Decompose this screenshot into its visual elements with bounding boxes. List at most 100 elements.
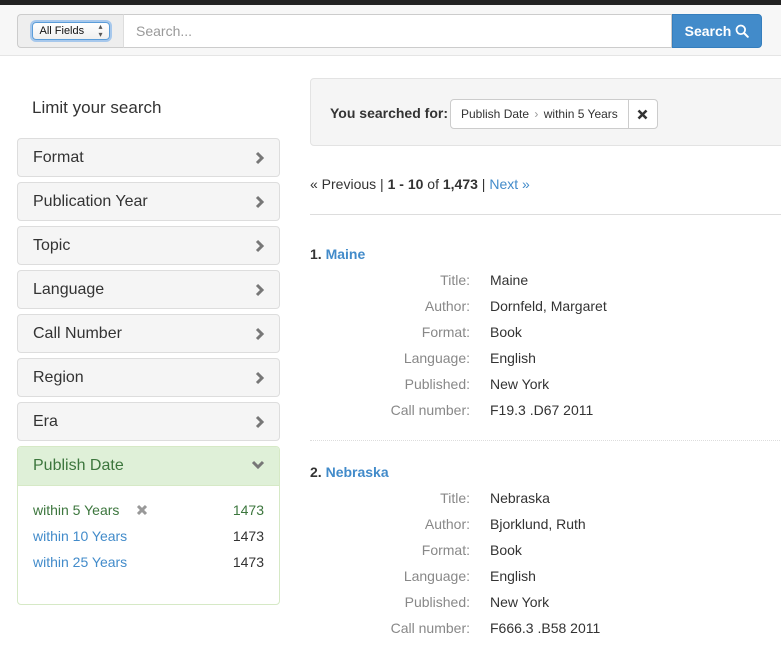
- constraint-chip: Publish Date › within 5 Years: [450, 99, 658, 129]
- facet-value-link[interactable]: within 10 Years: [33, 528, 127, 544]
- constraint-separator-icon: ›: [534, 107, 539, 121]
- document-field: Language: English: [310, 568, 781, 588]
- document-field: Call number: F666.3 .B58 2011: [310, 620, 781, 640]
- facet-label: Era: [33, 413, 58, 430]
- field-value: Maine: [490, 272, 529, 288]
- total-count: 1,473: [442, 176, 478, 192]
- field-label: Language:: [403, 568, 470, 584]
- field-value: English: [490, 568, 536, 584]
- field-label: Author:: [424, 298, 470, 314]
- facet-region[interactable]: Region: [17, 358, 280, 397]
- search-field-select[interactable]: All Fields ▴ ▾: [31, 22, 110, 40]
- remove-facet-icon[interactable]: [136, 504, 148, 516]
- field-value: New York: [490, 376, 550, 392]
- facet-label: Call Number: [33, 325, 122, 342]
- field-value: Book: [490, 324, 522, 340]
- facet-label: Format: [33, 149, 84, 166]
- results-divider: [310, 214, 781, 215]
- pager-separator: |: [376, 176, 388, 192]
- chevron-right-icon: [255, 195, 265, 209]
- search-button[interactable]: Search: [672, 14, 762, 48]
- facet-label: Region: [33, 369, 84, 386]
- search-field-select-value: All Fields: [39, 25, 85, 37]
- document-title-link[interactable]: Nebraska: [326, 464, 389, 480]
- document-title: 1. Maine: [310, 246, 365, 262]
- search-constraints: You searched for: Publish Date › within …: [310, 78, 781, 146]
- chevron-right-icon: [255, 239, 265, 253]
- search-form: All Fields ▴ ▾ Search: [17, 14, 762, 48]
- facet-value-selected: within 5 Years 1473: [33, 502, 264, 522]
- page-end: 10: [407, 176, 424, 192]
- facet-publish-date-header[interactable]: Publish Date: [18, 447, 279, 486]
- page-of: of: [423, 176, 443, 192]
- document-title-link[interactable]: Maine: [326, 246, 366, 262]
- search-bar: All Fields ▴ ▾ Search: [0, 5, 781, 56]
- facet-count: 1473: [232, 528, 264, 544]
- field-label: Published:: [404, 376, 470, 392]
- facet-value-label: within 5 Years: [33, 502, 120, 518]
- document-field: Title: Maine: [310, 272, 781, 292]
- document-number: 2.: [310, 464, 322, 480]
- field-value: Bjorklund, Ruth: [490, 516, 586, 532]
- facet-value: within 10 Years 1473: [33, 528, 264, 548]
- facet-era[interactable]: Era: [17, 402, 280, 441]
- field-label: Title:: [440, 272, 470, 288]
- field-label: Language:: [403, 350, 470, 366]
- select-arrows-icon: ▴ ▾: [98, 22, 103, 39]
- field-value: F19.3 .D67 2011: [490, 402, 594, 418]
- field-label: Author:: [424, 516, 470, 532]
- facet-publication-year[interactable]: Publication Year: [17, 182, 280, 221]
- chevron-right-icon: [255, 415, 265, 429]
- previous-link: « Previous: [310, 176, 377, 192]
- document-number: 1.: [310, 246, 322, 262]
- field-label: Format:: [421, 542, 470, 558]
- chevron-right-icon: [255, 283, 265, 297]
- document-field: Language: English: [310, 350, 781, 370]
- sidebar-title: Limit your search: [32, 98, 162, 117]
- chevron-down-icon: [251, 460, 265, 470]
- facet-count: 1473: [232, 554, 264, 570]
- constraints-label: You searched for:: [330, 105, 448, 121]
- constraint-field: Publish Date: [461, 107, 530, 121]
- document-field: Published: New York: [310, 376, 781, 396]
- facet-publish-date: Publish Date within 5 Years 1473 within …: [17, 446, 280, 605]
- constraint-value: within 5 Years: [543, 107, 618, 121]
- document-field: Author: Dornfeld, Margaret: [310, 298, 781, 318]
- field-value: Dornfeld, Margaret: [490, 298, 607, 314]
- facet-call-number[interactable]: Call Number: [17, 314, 280, 353]
- facet-language[interactable]: Language: [17, 270, 280, 309]
- document-field: Call number: F19.3 .D67 2011: [310, 402, 781, 422]
- document-divider: [310, 440, 781, 441]
- field-value: New York: [490, 594, 550, 610]
- chevron-right-icon: [255, 151, 265, 165]
- field-label: Call number:: [390, 402, 470, 418]
- next-link[interactable]: Next »: [489, 176, 529, 192]
- constraint-text[interactable]: Publish Date › within 5 Years: [451, 100, 629, 128]
- facet-label: Publication Year: [33, 193, 148, 210]
- document-field: Format: Book: [310, 542, 781, 562]
- search-button-label: Search: [684, 23, 732, 39]
- field-value: English: [490, 350, 536, 366]
- document-field: Published: New York: [310, 594, 781, 614]
- search-icon: [735, 24, 750, 38]
- remove-constraint-button[interactable]: [629, 100, 657, 128]
- field-label: Published:: [404, 594, 470, 610]
- document-title: 2. Nebraska: [310, 464, 389, 480]
- field-label: Format:: [421, 324, 470, 340]
- document-field: Format: Book: [310, 324, 781, 344]
- field-value: F666.3 .B58 2011: [490, 620, 601, 636]
- pager-separator: |: [477, 176, 490, 192]
- document-field: Author: Bjorklund, Ruth: [310, 516, 781, 536]
- field-label: Call number:: [390, 620, 470, 636]
- facet-topic[interactable]: Topic: [17, 226, 280, 265]
- search-field-addon: All Fields ▴ ▾: [17, 14, 123, 48]
- search-input[interactable]: [123, 14, 672, 48]
- field-label: Title:: [440, 490, 470, 506]
- facet-format[interactable]: Format: [17, 138, 280, 177]
- facet-label: Topic: [33, 237, 71, 254]
- facet-label: Publish Date: [33, 457, 124, 474]
- facet-value-link[interactable]: within 25 Years: [33, 554, 127, 570]
- facet-count: 1473: [232, 502, 264, 518]
- close-icon: [637, 109, 648, 119]
- chevron-right-icon: [255, 371, 265, 385]
